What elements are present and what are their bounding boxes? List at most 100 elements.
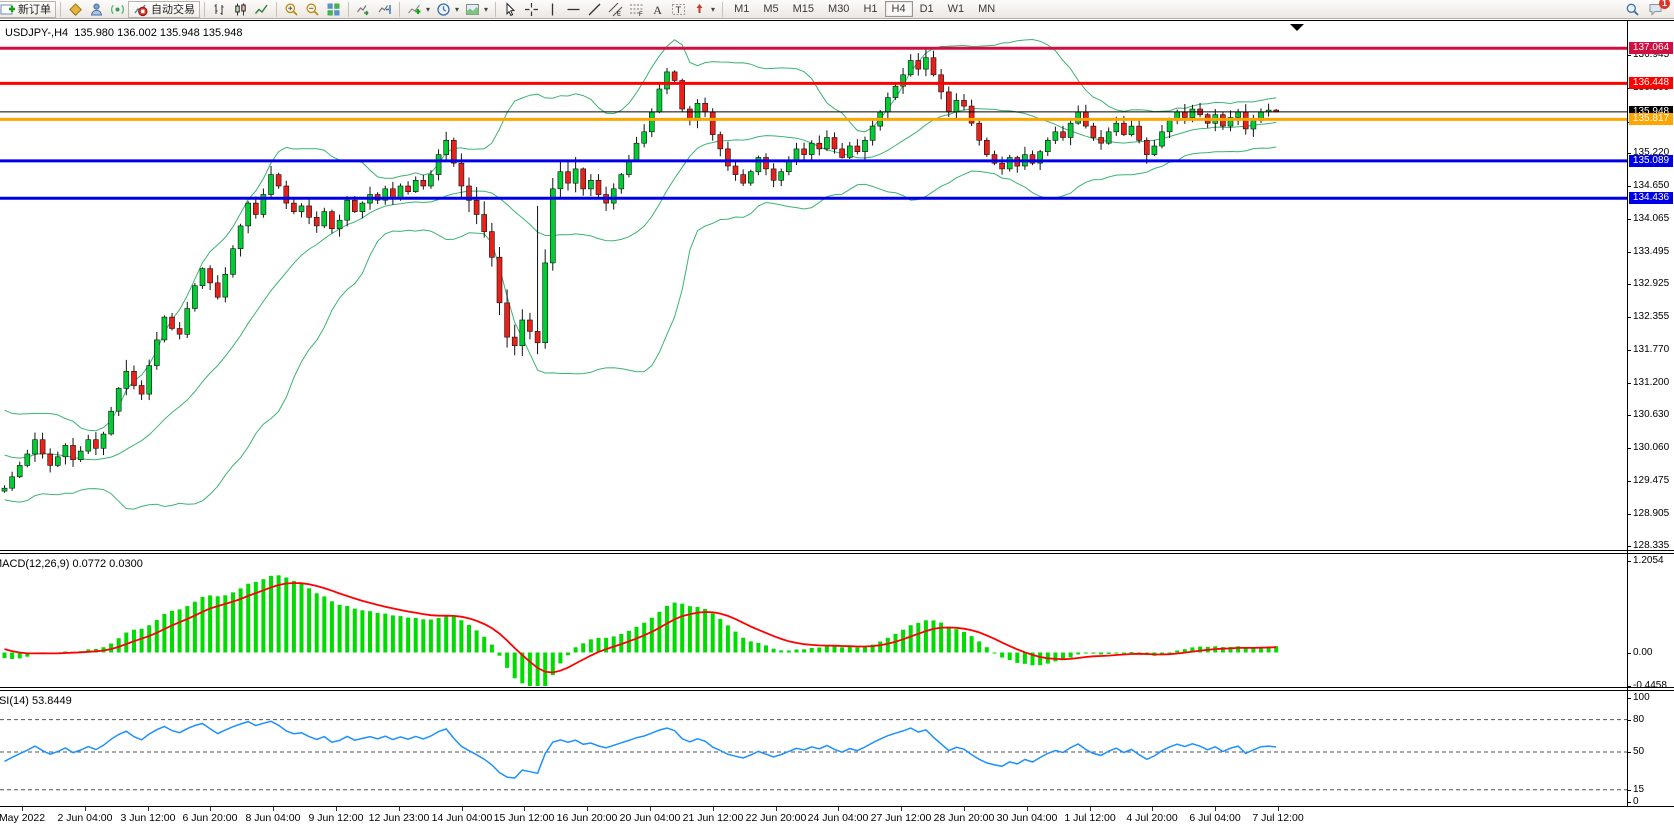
time-tick-mark [462, 807, 463, 811]
price-tick-mark [1627, 317, 1631, 318]
bar-chart-mode-button[interactable] [209, 1, 230, 18]
rsi-indicator-label: RSI(14) 53.8449 [0, 695, 72, 707]
text-label-icon: T [671, 2, 686, 17]
price-tick-mark [1627, 448, 1631, 449]
macd-indicator-label: MACD(12,26,9) 0.0772 0.0300 [0, 558, 143, 570]
timeframe-w1-button[interactable]: W1 [941, 1, 972, 17]
chart-info-line: USDJPY-,H4 135.980 136.002 135.948 135.9… [5, 27, 243, 39]
macd-pane[interactable] [0, 554, 1674, 687]
time-axis-label: 21 Jun 12:00 [683, 812, 744, 824]
price-tick-mark [1627, 546, 1631, 547]
price-line-badge: 134.436 [1629, 192, 1673, 204]
svg-text:A: A [653, 3, 662, 17]
trendline-tool-button[interactable] [584, 1, 605, 18]
rsi-pane[interactable] [0, 691, 1674, 806]
price-tick-mark [1627, 481, 1631, 482]
crosshair-tool-button[interactable] [521, 1, 542, 18]
timeframe-h1-button[interactable]: H1 [856, 1, 884, 17]
price-tick-mark [1627, 383, 1631, 384]
arrows-tool-button[interactable]: ▾ [689, 1, 718, 18]
time-axis-label: 24 Jun 04:00 [808, 812, 869, 824]
signals-button[interactable] [107, 1, 128, 18]
time-tick-mark [838, 807, 839, 811]
rsi-tick-mark [1627, 720, 1631, 721]
periods-icon [436, 2, 451, 17]
time-tick-mark [1027, 807, 1028, 811]
time-axis[interactable]: May 20222 Jun 04:003 Jun 12:006 Jun 20:0… [0, 807, 1674, 825]
horizontal-line-tool-button[interactable] [563, 1, 584, 18]
timeframe-m5-button[interactable]: M5 [756, 1, 785, 17]
svg-text:T: T [676, 5, 682, 15]
time-axis-label: 30 Jun 04:00 [997, 812, 1058, 824]
zoom-out-button[interactable] [302, 1, 323, 18]
timeframe-m30-button[interactable]: M30 [821, 1, 856, 17]
price-tick-label: 133.495 [1633, 246, 1669, 257]
time-tick-mark [22, 807, 23, 811]
templates-button[interactable]: ▾ [462, 1, 491, 18]
indicators-icon [407, 2, 422, 17]
price-line-badge: 137.064 [1629, 42, 1673, 54]
autotrading-button[interactable]: 自动交易 [128, 1, 200, 18]
timeframe-d1-button[interactable]: D1 [913, 1, 941, 17]
macd-tick-mark [1627, 561, 1631, 562]
rsi-tick-mark [1627, 698, 1631, 699]
price-tick-mark [1627, 350, 1631, 351]
candlestick-chart-icon [233, 2, 248, 17]
search-icon[interactable] [1625, 2, 1640, 17]
auto-scroll-icon [356, 2, 371, 17]
svg-text:E: E [617, 11, 621, 17]
time-axis-label: 3 Jun 12:00 [121, 812, 176, 824]
notifications-button[interactable]: 1 [1648, 2, 1663, 17]
rsi-scale-label: 0 [1633, 796, 1639, 807]
periods-button[interactable]: ▾ [433, 1, 462, 18]
price-line-badge: 135.817 [1629, 113, 1673, 125]
time-axis-label: 20 Jun 04:00 [620, 812, 681, 824]
text-label-tool-button[interactable]: T [668, 1, 689, 18]
horizontal-line-icon [566, 2, 581, 17]
time-axis-label: 12 Jun 23:00 [369, 812, 430, 824]
market-watch-button[interactable] [65, 1, 86, 18]
time-axis-label: 9 Jun 12:00 [309, 812, 364, 824]
cursor-tool-button[interactable] [500, 1, 521, 18]
channel-tool-button[interactable]: E [605, 1, 626, 18]
price-tick-mark [1627, 153, 1631, 154]
signals-icon [110, 2, 125, 17]
vertical-line-tool-button[interactable] [542, 1, 563, 18]
price-axis-border [1627, 21, 1628, 807]
candlestick-mode-button[interactable] [230, 1, 251, 18]
timeframe-m15-button[interactable]: M15 [786, 1, 821, 17]
time-axis-label: 27 Jun 12:00 [871, 812, 932, 824]
price-tick-label: 134.650 [1633, 180, 1669, 191]
time-tick-mark [1152, 807, 1153, 811]
timeframe-mn-button[interactable]: MN [971, 1, 1002, 17]
price-tick-mark [1627, 415, 1631, 416]
rsi-tick-mark [1627, 802, 1631, 803]
zoom-in-button[interactable] [281, 1, 302, 18]
new-order-label: 新订单 [18, 1, 51, 17]
tile-windows-icon [326, 2, 341, 17]
chart-shift-button[interactable] [374, 1, 395, 18]
rsi-tick-mark [1627, 790, 1631, 791]
navigator-button[interactable] [86, 1, 107, 18]
time-axis-label: 8 Jun 04:00 [246, 812, 301, 824]
indicators-button[interactable]: ▾ [404, 1, 433, 18]
mt4-terminal: 新订单 自动交易 ▾ ▾ ▾ [0, 0, 1674, 825]
price-line-badge: 135.089 [1629, 155, 1673, 167]
macd-scale-label: -0.4458 [1633, 680, 1667, 691]
fibonacci-tool-button[interactable]: F [626, 1, 647, 18]
timeframe-m1-button[interactable]: M1 [727, 1, 756, 17]
time-tick-mark [713, 807, 714, 811]
price-chart-pane[interactable] [0, 21, 1674, 550]
line-chart-mode-button[interactable] [251, 1, 272, 18]
new-order-button[interactable]: 新订单 [0, 1, 56, 18]
price-tick-label: 129.475 [1633, 475, 1669, 486]
time-tick-mark [587, 807, 588, 811]
macd-tick-mark [1627, 653, 1631, 654]
tile-windows-button[interactable] [323, 1, 344, 18]
price-tick-mark [1627, 186, 1631, 187]
text-tool-button[interactable]: A [647, 1, 668, 18]
vertical-line-icon [545, 2, 560, 17]
price-tick-label: 132.355 [1633, 311, 1669, 322]
auto-scroll-button[interactable] [353, 1, 374, 18]
timeframe-h4-button[interactable]: H4 [885, 1, 913, 17]
